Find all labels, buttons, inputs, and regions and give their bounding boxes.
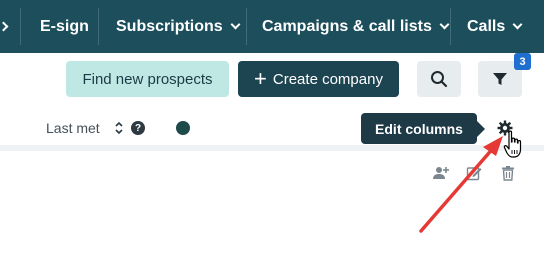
- chevron-down-icon: [512, 19, 523, 29]
- nav-item-campaigns[interactable]: Campaigns & call lists: [262, 0, 450, 53]
- search-button[interactable]: [417, 61, 461, 97]
- create-company-button[interactable]: + Create company: [238, 61, 399, 97]
- tooltip-text: Edit columns: [375, 120, 463, 137]
- hand-cursor-icon: [503, 130, 522, 158]
- sort-icon[interactable]: [114, 121, 124, 135]
- nav-prev-chevron[interactable]: [0, 0, 9, 53]
- nav-item-calls[interactable]: Calls: [467, 0, 523, 53]
- create-company-label: Create company: [272, 70, 383, 88]
- nav-divider: [450, 8, 451, 45]
- add-contact-icon[interactable]: [432, 165, 450, 181]
- search-icon: [431, 71, 448, 88]
- plus-icon: +: [254, 66, 267, 91]
- filter-icon: [493, 73, 507, 85]
- nav-item-label: E-sign: [40, 17, 89, 35]
- nav-divider: [98, 8, 99, 45]
- chevron-down-icon: [0, 21, 9, 32]
- nav-item-label: Subscriptions: [116, 17, 223, 35]
- chevron-down-icon: [230, 19, 241, 29]
- chevron-down-icon: [439, 19, 450, 29]
- trash-icon[interactable]: [500, 165, 516, 181]
- top-navigation: E-sign Subscriptions Campaigns & call li…: [0, 0, 544, 53]
- filter-count-badge: 3: [514, 53, 531, 70]
- help-icon[interactable]: ?: [131, 121, 145, 135]
- header-divider: [0, 145, 544, 151]
- edit-icon[interactable]: [466, 165, 482, 181]
- find-new-prospects-label: Find new prospects: [82, 70, 213, 88]
- status-dot: [176, 121, 190, 135]
- nav-item-label: Calls: [467, 17, 506, 35]
- edit-columns-tooltip: Edit columns: [361, 113, 485, 144]
- find-new-prospects-button[interactable]: Find new prospects: [66, 61, 229, 97]
- nav-divider: [20, 8, 21, 45]
- nav-item-esign[interactable]: E-sign: [40, 0, 89, 53]
- nav-divider: [246, 8, 247, 45]
- column-header-last-met[interactable]: Last met: [46, 120, 100, 136]
- nav-item-subscriptions[interactable]: Subscriptions: [116, 0, 241, 53]
- nav-item-label: Campaigns & call lists: [262, 17, 432, 35]
